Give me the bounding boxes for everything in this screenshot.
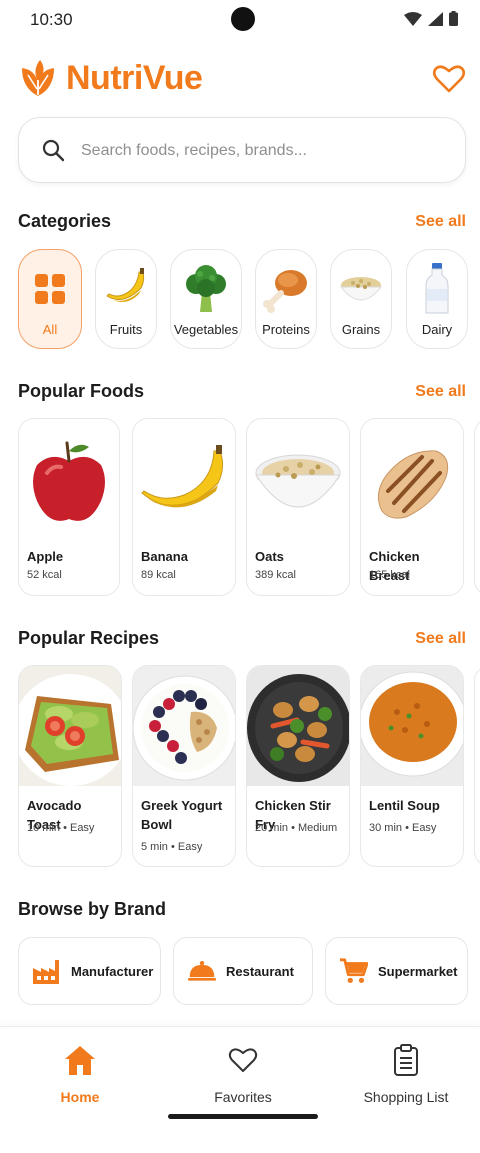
nav-favorites[interactable]: Favorites: [163, 1043, 323, 1105]
categories-row: All Fruits Vegetables Proteins Grains Da…: [18, 249, 480, 351]
nav-label: Favorites: [214, 1089, 272, 1105]
recipe-card-lentil-soup[interactable]: Lentil Soup 30 min • Easy: [360, 665, 464, 867]
recipe-meta: 30 min • Easy: [369, 822, 437, 834]
brands-header: Browse by Brand: [18, 899, 466, 925]
milk-bottle-icon: [425, 263, 449, 314]
food-card-partial[interactable]: [474, 418, 480, 596]
brand-restaurant-button[interactable]: Restaurant: [173, 937, 313, 1005]
food-kcal: 389 kcal: [255, 569, 296, 581]
category-vegetables[interactable]: Vegetables: [170, 249, 242, 349]
food-card-chicken-breast[interactable]: Chicken Breast 165 kcal: [360, 418, 464, 596]
cloche-icon: [188, 957, 216, 985]
categories-header: Categories See all: [18, 211, 466, 237]
search-bar[interactable]: [18, 117, 466, 183]
chicken-stir-fry-image: [247, 666, 349, 786]
popular-foods-see-all-link[interactable]: See all: [415, 383, 466, 401]
food-kcal: 89 kcal: [141, 569, 176, 581]
category-label: Grains: [341, 322, 381, 337]
search-input[interactable]: [81, 136, 441, 166]
popular-foods-header: Popular Foods See all: [18, 381, 466, 407]
chicken-leg-icon: [263, 270, 307, 313]
popular-recipes-see-all-link[interactable]: See all: [415, 630, 466, 648]
app-header: NutriVue: [18, 56, 466, 106]
avocado-toast-image: [19, 666, 121, 786]
brand-supermarket-button[interactable]: Supermarket: [325, 937, 468, 1005]
nav-label: Shopping List: [363, 1089, 449, 1105]
brand-label: Restaurant: [226, 963, 294, 979]
category-label: Proteins: [262, 322, 310, 337]
oats-bowl-image: [255, 454, 341, 508]
search-icon: [42, 139, 65, 162]
category-dairy[interactable]: Dairy: [406, 249, 468, 349]
food-kcal: 165 kcal: [369, 569, 410, 581]
nav-shopping-list[interactable]: Shopping List: [326, 1043, 480, 1105]
bottom-nav: Home Favorites Shopping List: [0, 1026, 480, 1153]
category-label: All: [42, 322, 58, 337]
popular-recipes-row: Avocado Toast 10 min • Easy Greek Yogurt…: [18, 665, 480, 869]
category-label: Fruits: [109, 322, 143, 337]
category-fruits[interactable]: Fruits: [95, 249, 157, 349]
recipe-card-avocado-toast[interactable]: Avocado Toast 10 min • Easy: [18, 665, 122, 867]
battery-icon: [449, 11, 458, 26]
section-title: Popular Foods: [18, 381, 144, 401]
status-time: 10:30: [30, 10, 73, 29]
food-card-oats[interactable]: Oats 389 kcal: [246, 418, 350, 596]
category-label: Dairy: [421, 322, 453, 337]
apple-image: [33, 441, 105, 521]
favorites-heart-button[interactable]: [432, 64, 466, 94]
signal-icon: [428, 11, 443, 26]
grain-bowl-icon: [339, 277, 383, 301]
food-card-banana[interactable]: Banana 89 kcal: [132, 418, 236, 596]
banana-icon: [106, 268, 145, 302]
home-icon: [65, 1046, 95, 1075]
recipe-meta: 5 min • Easy: [141, 841, 203, 853]
section-title: Browse by Brand: [18, 899, 167, 919]
brand-manufacturer-button[interactable]: Manufacturer: [18, 937, 161, 1005]
app-title: NutriVue: [66, 59, 203, 97]
section-title: Popular Recipes: [18, 628, 160, 648]
recipe-meta: 10 min • Easy: [27, 822, 95, 834]
heart-icon: [228, 1048, 258, 1072]
nav-label: Home: [60, 1089, 100, 1105]
food-card-apple[interactable]: Apple 52 kcal: [18, 418, 120, 596]
leaf-logo-icon: [22, 60, 54, 96]
recipe-meta: 20 min • Medium: [255, 822, 338, 834]
categories-see-all-link[interactable]: See all: [415, 213, 466, 231]
banana-image: [141, 445, 224, 508]
food-name: Oats: [255, 549, 284, 564]
category-proteins[interactable]: Proteins: [255, 249, 317, 349]
greek-yogurt-bowl-image: [133, 666, 235, 786]
brands-row: Manufacturer Restaurant Supermarket: [18, 937, 468, 1005]
category-all[interactable]: All: [18, 249, 82, 349]
factory-icon: [33, 957, 61, 985]
category-label: Vegetables: [173, 322, 239, 337]
camera-cutout: [231, 7, 255, 31]
brand-label: Manufacturer: [71, 963, 154, 979]
recipe-name: Greek Yogurt Bowl: [141, 798, 223, 832]
food-name: Banana: [141, 549, 188, 564]
wifi-icon: [404, 11, 422, 26]
cart-icon: [340, 957, 368, 985]
clipboard-icon: [394, 1044, 418, 1076]
section-title: Categories: [18, 211, 112, 231]
home-indicator: [168, 1114, 318, 1119]
food-kcal: 52 kcal: [27, 569, 62, 581]
popular-recipes-header: Popular Recipes See all: [18, 628, 466, 654]
recipe-card-chicken-stir-fry[interactable]: Chicken Stir Fry 20 min • Medium: [246, 665, 350, 867]
status-icons: [404, 11, 458, 26]
chicken-breast-image: [377, 450, 449, 519]
lentil-soup-image: [361, 666, 463, 786]
category-grains[interactable]: Grains: [330, 249, 392, 349]
recipe-card-greek-yogurt-bowl[interactable]: Greek Yogurt Bowl 5 min • Easy: [132, 665, 236, 867]
brand-label: Supermarket: [378, 963, 458, 979]
recipe-name: Lentil Soup: [369, 798, 440, 813]
nav-home[interactable]: Home: [0, 1043, 160, 1105]
grid-icon: [35, 274, 65, 304]
status-bar: 10:30: [0, 0, 480, 40]
recipe-card-partial[interactable]: [474, 665, 480, 867]
popular-foods-row: Apple 52 kcal Banana 89 kcal Oats 389 kc…: [18, 418, 480, 598]
food-name: Apple: [27, 549, 64, 564]
broccoli-icon: [186, 265, 226, 312]
